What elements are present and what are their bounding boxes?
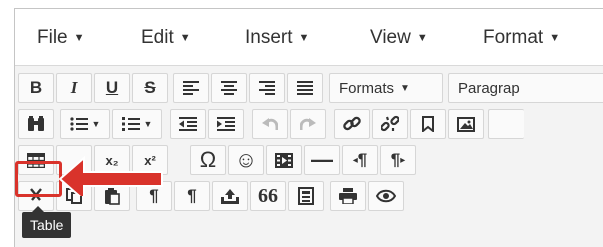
- upload-icon: [221, 189, 239, 204]
- special-character-button[interactable]: Ω: [190, 145, 226, 175]
- menu-edit[interactable]: Edit ▼: [141, 27, 191, 49]
- align-center-icon: [221, 81, 237, 95]
- paragraph-dropdown[interactable]: Paragrap: [448, 73, 603, 103]
- insert-template-button[interactable]: [288, 181, 324, 211]
- image-icon: [457, 116, 475, 132]
- insert-media-button[interactable]: [266, 145, 302, 175]
- chevron-down-icon: ▼: [73, 32, 85, 44]
- align-left-button[interactable]: [173, 73, 209, 103]
- eye-icon: [376, 189, 396, 203]
- arrow-right-icon: ▸: [400, 154, 406, 166]
- underline-button[interactable]: U: [94, 73, 130, 103]
- numbered-list-icon: [121, 117, 140, 131]
- menubar: File ▼ Edit ▼ Insert ▼ View ▼ Format ▼: [15, 9, 603, 66]
- table-button-highlight: [15, 161, 62, 197]
- unlink-icon: [381, 115, 399, 132]
- formats-dropdown[interactable]: Formats ▼: [329, 73, 443, 103]
- outdent-icon: [179, 117, 197, 131]
- menu-format[interactable]: Format ▼: [483, 27, 560, 49]
- remove-link-button[interactable]: [372, 109, 408, 139]
- visual-chars-button[interactable]: ¶: [174, 181, 210, 211]
- numbered-list-button[interactable]: ▼: [112, 109, 162, 139]
- binoculars-icon: [28, 116, 44, 131]
- chevron-down-icon: ▼: [298, 32, 310, 44]
- align-justify-button[interactable]: [287, 73, 323, 103]
- upload-button[interactable]: [212, 181, 248, 211]
- undo-icon: [262, 118, 278, 130]
- menu-insert[interactable]: Insert ▼: [245, 27, 309, 49]
- emoticons-button[interactable]: ☺: [228, 145, 264, 175]
- indent-icon: [217, 117, 235, 131]
- bullet-list-button[interactable]: ▼: [60, 109, 110, 139]
- preview-button[interactable]: [368, 181, 404, 211]
- ltr-button[interactable]: ◂ ¶: [342, 145, 378, 175]
- insert-image-button[interactable]: [448, 109, 484, 139]
- menu-view[interactable]: View ▼: [370, 27, 428, 49]
- media-icon: [275, 152, 293, 168]
- bookmark-icon: [422, 116, 434, 132]
- rtl-button[interactable]: ¶ ▸: [380, 145, 416, 175]
- print-button[interactable]: [330, 181, 366, 211]
- align-right-icon: [259, 81, 275, 95]
- blockquote-button[interactable]: 66: [250, 181, 286, 211]
- find-replace-button[interactable]: [18, 109, 54, 139]
- template-icon: [298, 187, 314, 205]
- align-left-icon: [183, 81, 199, 95]
- menu-file[interactable]: File ▼: [37, 27, 85, 49]
- insert-link-button[interactable]: [334, 109, 370, 139]
- bold-button[interactable]: B: [18, 73, 54, 103]
- redo-icon: [300, 118, 316, 130]
- link-icon: [343, 116, 361, 131]
- anchor-button[interactable]: [410, 109, 446, 139]
- chevron-down-icon: ▼: [549, 32, 561, 44]
- tooltip: Table: [22, 206, 72, 238]
- chevron-down-icon: ▼: [400, 82, 410, 94]
- chevron-down-icon: ▼: [143, 119, 153, 129]
- pointer-arrow-icon: [58, 155, 163, 196]
- toolbar-button-partial[interactable]: [488, 109, 524, 139]
- align-center-button[interactable]: [211, 73, 247, 103]
- align-justify-icon: [297, 81, 313, 95]
- chevron-down-icon: ▼: [91, 119, 101, 129]
- chevron-down-icon: ▼: [416, 32, 428, 44]
- undo-button[interactable]: [252, 109, 288, 139]
- print-icon: [339, 188, 357, 204]
- strikethrough-button[interactable]: S: [132, 73, 168, 103]
- italic-button[interactable]: I: [56, 73, 92, 103]
- chevron-down-icon: ▼: [179, 32, 191, 44]
- align-right-button[interactable]: [249, 73, 285, 103]
- horizontal-line-button[interactable]: —: [304, 145, 340, 175]
- bullet-list-icon: [69, 117, 88, 131]
- indent-button[interactable]: [208, 109, 244, 139]
- redo-button[interactable]: [290, 109, 326, 139]
- editor: File ▼ Edit ▼ Insert ▼ View ▼ Format ▼ B I U …: [14, 8, 603, 247]
- outdent-button[interactable]: [170, 109, 206, 139]
